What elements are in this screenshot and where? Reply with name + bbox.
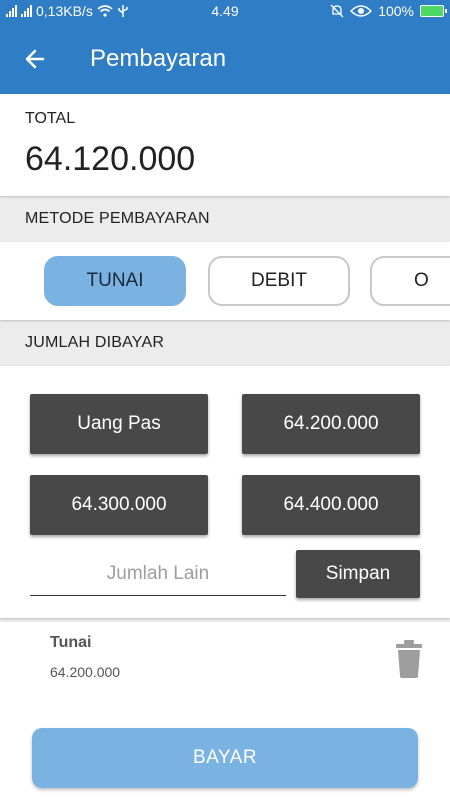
app-bar: Pembayaran — [0, 24, 450, 94]
eye-icon — [350, 5, 373, 17]
arrow-left-icon — [25, 49, 45, 69]
payment-method-list[interactable]: TUNAI DEBIT O — [0, 242, 450, 320]
payment-method-name: Tunai — [50, 634, 92, 651]
amount-button-1[interactable]: 64.200.000 — [242, 394, 420, 454]
amount-card: Uang Pas 64.200.000 64.300.000 64.400.00… — [0, 366, 450, 618]
total-value: 64.120.000 — [25, 140, 196, 178]
amount-paid-label: JUMLAH DIBAYAR — [25, 334, 165, 351]
battery-percent: 100% — [378, 3, 414, 19]
total-label: TOTAL — [25, 110, 76, 127]
battery-icon — [420, 5, 447, 17]
method-option-debit[interactable]: DEBIT — [208, 256, 350, 306]
other-amount-input[interactable] — [30, 552, 286, 596]
status-bar: 0,13KB/s 4.49 100% — [0, 0, 450, 24]
back-button[interactable] — [20, 44, 50, 74]
mute-bell-icon — [330, 4, 344, 18]
payment-list-item: Tunai 64.200.000 — [0, 622, 450, 714]
bottom-bar: BAYAR — [0, 714, 450, 800]
page-title: Pembayaran — [90, 45, 227, 72]
total-card: TOTAL 64.120.000 — [0, 94, 450, 196]
exact-amount-button[interactable]: Uang Pas — [30, 394, 208, 454]
amount-button-3[interactable]: 64.400.000 — [242, 475, 420, 535]
status-bar-right: 100% — [330, 3, 447, 19]
method-option-other[interactable]: O — [370, 256, 450, 306]
payment-method-label: METODE PEMBAYARAN — [25, 210, 210, 227]
payment-amount: 64.200.000 — [50, 664, 121, 680]
trash-icon[interactable] — [394, 640, 424, 678]
save-button[interactable]: Simpan — [296, 550, 420, 598]
amount-button-2[interactable]: 64.300.000 — [30, 475, 208, 535]
pay-button[interactable]: BAYAR — [32, 728, 418, 788]
method-option-tunai[interactable]: TUNAI — [44, 256, 186, 306]
